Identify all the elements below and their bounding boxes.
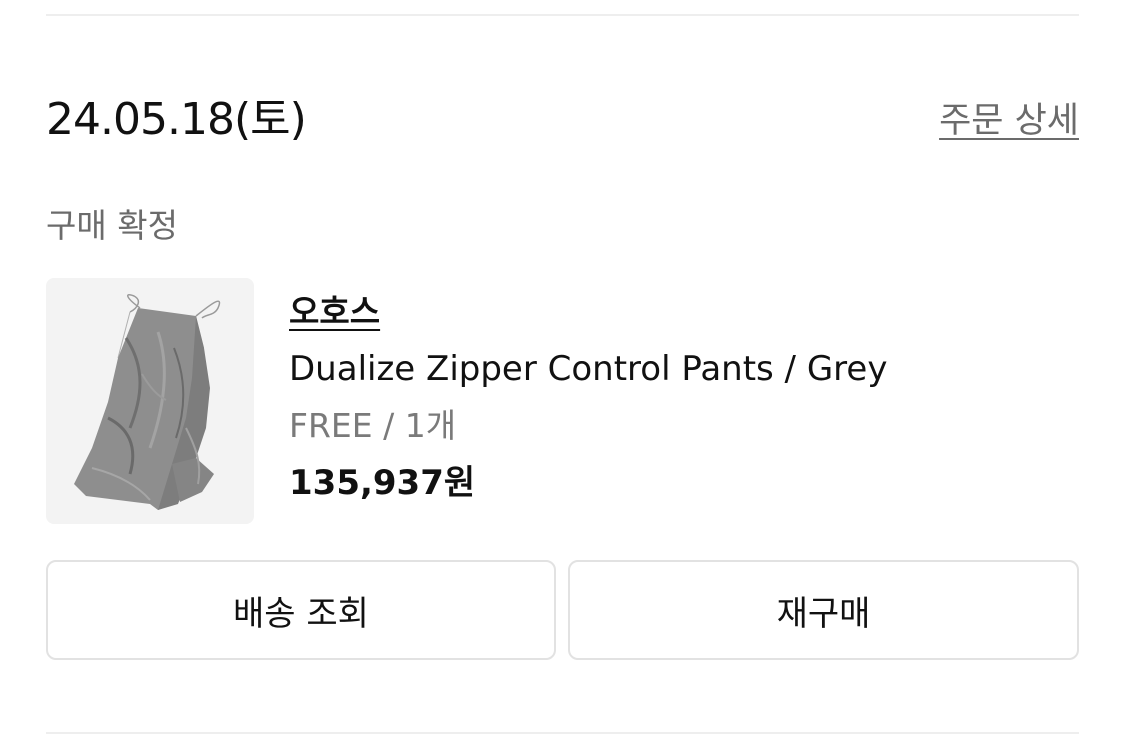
brand-name[interactable]: 오호스 xyxy=(289,290,380,334)
order-status: 구매 확정 xyxy=(46,206,178,245)
order-detail-link[interactable]: 주문 상세 xyxy=(939,98,1079,144)
top-divider xyxy=(46,14,1079,16)
pants-image xyxy=(74,294,221,510)
bottom-divider xyxy=(46,732,1079,734)
product-name: Dualize Zipper Control Pants / Grey xyxy=(289,349,888,389)
product-option: FREE / 1개 xyxy=(289,406,457,445)
product-info: 오호스 Dualize Zipper Control Pants / Grey … xyxy=(289,290,887,506)
reorder-button[interactable]: 재구매 xyxy=(568,560,1079,660)
order-date: 24.05.18(토) xyxy=(46,94,307,145)
product-thumbnail[interactable] xyxy=(46,278,254,524)
product-price: 135,937원 xyxy=(289,463,476,503)
track-shipping-button[interactable]: 배송 조회 xyxy=(46,560,556,660)
